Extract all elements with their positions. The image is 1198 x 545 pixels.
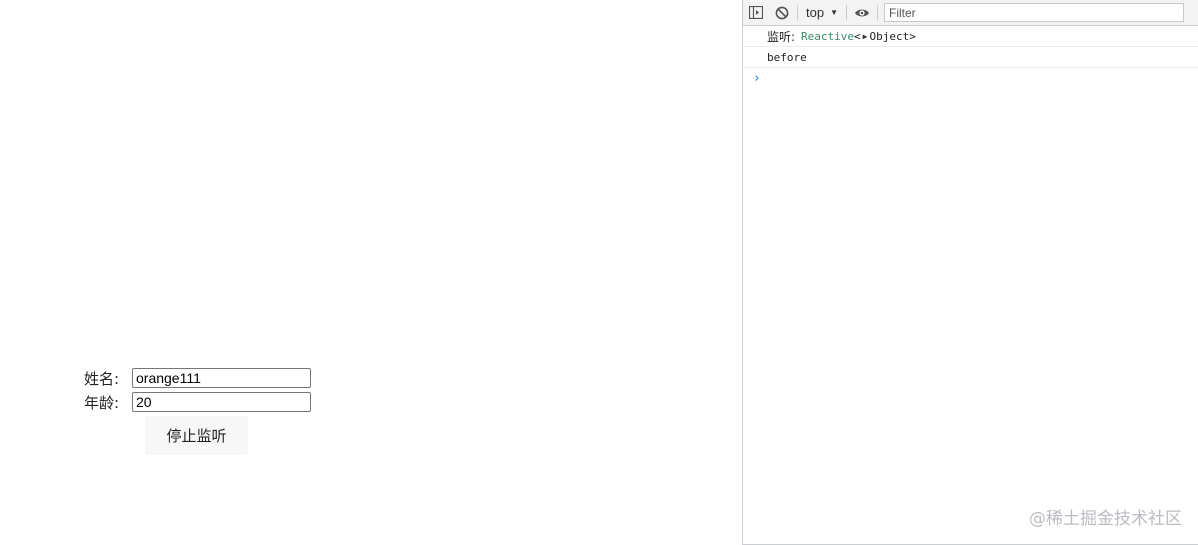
devtools-console-panel: top ▼ 监听: Reactive < ▶ Object > before › xyxy=(742,0,1198,545)
message-key: 监听: xyxy=(767,29,796,44)
toolbar-divider xyxy=(877,5,878,20)
live-expression-eye-icon[interactable] xyxy=(849,0,875,25)
app-area: 姓名: 年龄: 停止监听 xyxy=(0,0,742,545)
object-label[interactable]: Object xyxy=(869,30,909,43)
name-row: 姓名: xyxy=(84,366,311,390)
filter-input[interactable] xyxy=(884,3,1184,22)
console-toolbar: top ▼ xyxy=(743,0,1198,26)
dropdown-triangle-icon: ▼ xyxy=(830,8,838,17)
watch-form: 姓名: 年龄: xyxy=(84,366,311,414)
console-message: before xyxy=(743,47,1198,68)
name-input[interactable] xyxy=(132,368,311,388)
console-prompt[interactable]: › xyxy=(743,68,1198,88)
age-input[interactable] xyxy=(132,392,311,412)
prompt-chevron-icon: › xyxy=(753,70,761,86)
context-label: top xyxy=(806,5,825,20)
watermark: @稀土掘金技术社区 xyxy=(1029,509,1182,529)
context-selector[interactable]: top ▼ xyxy=(800,0,844,25)
name-label: 姓名: xyxy=(84,369,120,388)
reactive-type-name: Reactive xyxy=(801,29,855,43)
expand-triangle-icon[interactable]: ▶ xyxy=(863,32,868,41)
console-message: 监听: Reactive < ▶ Object > xyxy=(743,26,1198,47)
show-sidebar-icon[interactable] xyxy=(743,0,769,25)
stop-watch-button[interactable]: 停止监听 xyxy=(145,416,248,455)
toolbar-divider xyxy=(846,5,847,20)
close-bracket: > xyxy=(909,29,916,43)
open-bracket: < xyxy=(854,29,861,43)
age-label: 年龄: xyxy=(84,393,120,412)
message-text: before xyxy=(767,50,807,64)
clear-console-icon[interactable] xyxy=(769,0,795,25)
age-row: 年龄: xyxy=(84,390,311,414)
toolbar-divider xyxy=(797,5,798,20)
